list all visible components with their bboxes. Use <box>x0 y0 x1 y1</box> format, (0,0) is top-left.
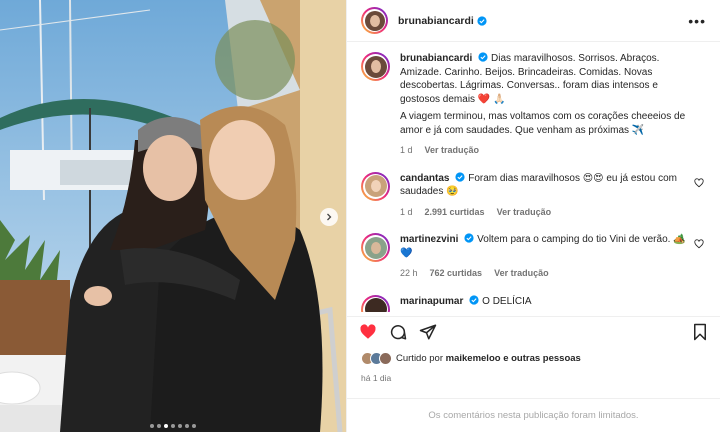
photo-scene <box>0 0 346 432</box>
instagram-post-view: brunabiancardi ••• brunabiancardi Dias m… <box>0 0 720 432</box>
caption: brunabiancardi Dias maravilhosos. Sorris… <box>361 52 706 158</box>
author-avatar <box>364 10 385 31</box>
comment-username[interactable]: martinezvini <box>400 234 458 245</box>
comments-limited-notice: Os comentários nesta publicação foram li… <box>347 398 720 432</box>
liked-by-user[interactable]: maikemeloo <box>446 353 501 364</box>
like-heart-filled-icon[interactable] <box>359 323 377 341</box>
author-username[interactable]: brunabiancardi <box>398 15 474 27</box>
comment-likes[interactable]: 2.991 curtidas <box>425 206 485 220</box>
caption-avatar-ring[interactable] <box>361 52 390 81</box>
carousel-dot <box>157 424 161 428</box>
comment-avatar <box>364 175 387 197</box>
comment-item: candantas Foram dias maravilhosos 😍😍 eu … <box>361 171 706 220</box>
post-photo[interactable] <box>0 0 346 432</box>
comment-avatar-ring[interactable] <box>361 171 390 201</box>
verified-badge-icon <box>464 233 474 243</box>
carousel-dot <box>171 424 175 428</box>
comment-like-heart-icon[interactable] <box>694 177 704 188</box>
comment-age[interactable]: 22 h <box>400 267 418 281</box>
comment-avatar <box>364 298 387 312</box>
save-bookmark-icon[interactable] <box>692 323 708 341</box>
comment-likes[interactable]: 762 curtidas <box>430 267 483 281</box>
caption-age[interactable]: 1 d <box>400 144 413 158</box>
comment-text: O DELÍCIA <box>482 295 532 307</box>
share-send-icon[interactable] <box>419 323 437 341</box>
liked-by-prefix: Curtido por <box>396 353 443 364</box>
liked-by-others[interactable]: e outras pessoas <box>503 353 581 364</box>
comment-like-heart-icon[interactable] <box>694 239 704 249</box>
comment-meta: 1 d 2.991 curtidas Ver tradução <box>400 206 686 220</box>
verified-badge-icon <box>455 171 466 182</box>
liker-avatar <box>379 352 392 365</box>
comment-username[interactable]: marinapumar <box>400 296 463 307</box>
caption-avatar <box>364 55 387 78</box>
carousel-dots <box>0 424 346 428</box>
carousel-dot <box>164 424 168 428</box>
carousel-dot <box>185 424 189 428</box>
comment-item: marinapumar O DELÍCIA <box>361 294 706 312</box>
comment-translate-link[interactable]: Ver tradução <box>497 206 552 220</box>
more-options-button[interactable]: ••• <box>688 13 706 29</box>
comment-bubble-icon[interactable] <box>389 323 407 341</box>
caption-text-2: A viagem terminou, mas voltamos com os c… <box>400 111 686 136</box>
post-header: brunabiancardi ••• <box>347 0 720 42</box>
post-details-panel: brunabiancardi ••• brunabiancardi Dias m… <box>346 0 720 432</box>
post-actions-bar <box>347 316 720 346</box>
comment-avatar <box>364 236 387 259</box>
carousel-dot <box>178 424 182 428</box>
carousel-dot <box>150 424 154 428</box>
comment-avatar-ring[interactable] <box>361 233 390 262</box>
comments-list[interactable]: brunabiancardi Dias maravilhosos. Sorris… <box>347 42 720 312</box>
comment-item: martinezvini Voltem para o camping do ti… <box>361 233 706 281</box>
posted-time[interactable]: há 1 dia <box>361 373 391 383</box>
caption-meta: 1 d Ver tradução <box>400 144 686 158</box>
comment-age[interactable]: 1 d <box>400 206 413 220</box>
comment-meta: 22 h 762 curtidas Ver tradução <box>400 267 686 281</box>
verified-badge-icon <box>478 52 488 62</box>
author-avatar-ring[interactable] <box>361 7 388 34</box>
carousel-next-button[interactable] <box>320 208 338 226</box>
caption-username[interactable]: brunabiancardi <box>400 53 472 64</box>
comment-avatar-ring[interactable] <box>361 294 390 312</box>
comment-translate-link[interactable]: Ver tradução <box>494 267 549 281</box>
verified-badge-icon <box>477 15 487 26</box>
liked-by-row[interactable]: Curtido por maikemeloo e outras pessoas <box>361 352 581 365</box>
carousel-dot <box>192 424 196 428</box>
comment-username[interactable]: candantas <box>400 173 449 184</box>
caption-translate-link[interactable]: Ver tradução <box>425 144 480 158</box>
chevron-right-icon <box>327 213 332 221</box>
liked-by-text: Curtido por maikemeloo e outras pessoas <box>396 353 581 364</box>
verified-badge-icon <box>469 294 479 305</box>
